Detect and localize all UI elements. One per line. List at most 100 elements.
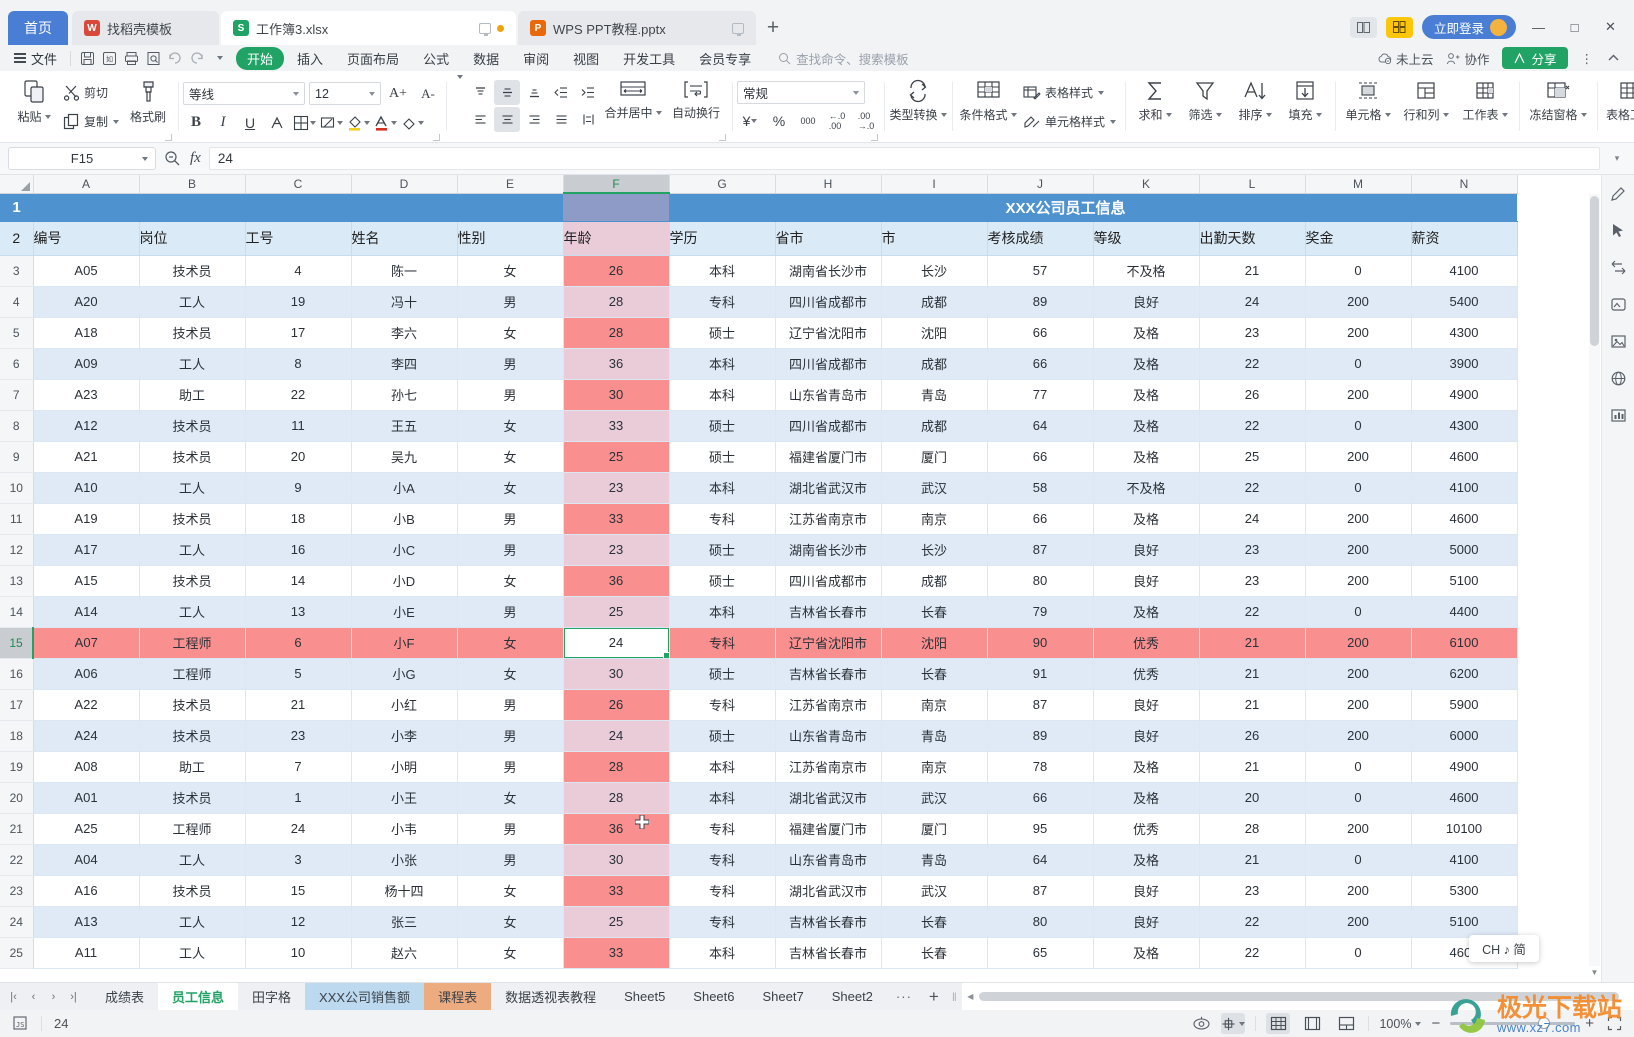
cell-K7[interactable]: 及格 [1093,379,1200,411]
align-top-button[interactable] [467,80,493,105]
cell-D19[interactable]: 小明 [351,751,458,783]
table-row[interactable]: 19 A08 助工 7 小明男 28 本科 江苏省南京市 南京 78 及格 21 0 4900 [0,751,1518,783]
cell-J16[interactable]: 91 [987,658,1094,690]
table-row[interactable]: 7 A23 助工 22 孙七男 30 本科 山东省青岛市 青岛 77 及格 26 200 4900 [0,379,1518,411]
cell-G10[interactable]: 本科 [669,472,776,504]
sheet-tab-课程表[interactable]: 课程表 [424,982,492,1011]
sheet-tab-Sheet7[interactable]: Sheet7 [749,983,818,1011]
cell-F6[interactable]: 36 [563,348,670,380]
cell-I21[interactable]: 厦门 [881,813,988,845]
clear-format-button[interactable] [399,110,425,135]
cell-F17[interactable]: 26 [563,689,670,721]
decrease-indent-button[interactable] [548,80,574,105]
cell-D14[interactable]: 小E [351,596,458,628]
cell-I3[interactable]: 长沙 [881,255,988,287]
cell-B17[interactable]: 技术员 [139,689,246,721]
cell-K3[interactable]: 不及格 [1093,255,1200,287]
ribbon-tab-数据[interactable]: 数据 [462,47,510,70]
cell-M17[interactable]: 200 [1305,689,1412,721]
row-header-14[interactable]: 14 [0,596,34,628]
page-break-icon[interactable] [1334,1013,1358,1034]
document-tab[interactable]: P WPS PPT教程.pptx [518,11,756,45]
cell-M22[interactable]: 0 [1305,844,1412,876]
number-format-select[interactable]: 常规 [737,81,866,104]
cell-J3[interactable]: 57 [987,255,1094,287]
file-menu-button[interactable]: 文件 [6,47,65,69]
sheet-tab-Sheet2[interactable]: Sheet2 [818,983,887,1011]
decrease-font-size-button[interactable]: A- [415,81,441,106]
cell-I16[interactable]: 长春 [881,658,988,690]
cell-B9[interactable]: 技术员 [139,441,246,473]
horizontal-scroll-thumb[interactable] [978,992,1619,1001]
more-menu-icon[interactable]: ⋮ [1581,51,1595,66]
cell-G16[interactable]: 硕士 [669,658,776,690]
column-label-N[interactable]: 薪资 [1411,221,1518,256]
row-header-5[interactable]: 5 [0,317,34,349]
cell-M10[interactable]: 0 [1305,472,1412,504]
document-tab[interactable]: S 工作簿3.xlsx [221,11,516,45]
cell-B10[interactable]: 工人 [139,472,246,504]
cell-I17[interactable]: 南京 [881,689,988,721]
cell-C3[interactable]: 4 [245,255,352,287]
cell-L7[interactable]: 26 [1199,379,1306,411]
cell-J17[interactable]: 87 [987,689,1094,721]
cell-I15[interactable]: 沈阳 [881,627,988,659]
cell-M23[interactable]: 200 [1305,875,1412,907]
cell-effects-button[interactable] [318,110,344,135]
row-header-21[interactable]: 21 [0,813,34,845]
format-painter-button[interactable]: 格式刷 [123,75,173,137]
cell-D24[interactable]: 张三 [351,906,458,938]
table-row[interactable]: 4 A20 工人 19 冯十男 28 专科 四川省成都市 成都 89 良好 24 200 5400 [0,286,1518,318]
cell-D4[interactable]: 冯十 [351,286,458,318]
share-button[interactable]: 分享 [1502,47,1568,69]
column-label-D[interactable]: 姓名 [351,221,458,256]
column-header-K[interactable]: K [1093,175,1200,194]
cell-J7[interactable]: 77 [987,379,1094,411]
cell-K14[interactable]: 及格 [1093,596,1200,628]
column-header-B[interactable]: B [139,175,246,194]
merge-center-button[interactable]: 合并居中 [601,75,665,137]
select-all-corner[interactable] [0,175,34,194]
cell-C5[interactable]: 17 [245,317,352,349]
cell-D5[interactable]: 李六 [351,317,458,349]
shape-tool-icon[interactable] [1606,292,1630,316]
cell-E14[interactable]: 男 [457,596,564,628]
cell-M21[interactable]: 200 [1305,813,1412,845]
cell-F15[interactable]: 24 [563,627,670,659]
next-sheet-icon[interactable]: › [44,987,63,1007]
present-mode-icon[interactable] [479,22,491,36]
borders-button[interactable] [291,110,317,135]
cell-L6[interactable]: 22 [1199,348,1306,380]
cell-C24[interactable]: 12 [245,906,352,938]
column-label-M[interactable]: 奖金 [1305,221,1412,256]
cell-J25[interactable]: 65 [987,937,1094,969]
cell-C21[interactable]: 24 [245,813,352,845]
cell-J15[interactable]: 90 [987,627,1094,659]
cell-A9[interactable]: A21 [33,441,140,473]
cell-A8[interactable]: A12 [33,410,140,442]
column-header-J[interactable]: J [987,175,1094,194]
cell-N14[interactable]: 4400 [1411,596,1518,628]
column-label-H[interactable]: 省市 [775,221,882,256]
cell-C4[interactable]: 19 [245,286,352,318]
cell-B19[interactable]: 助工 [139,751,246,783]
cell-K25[interactable]: 及格 [1093,937,1200,969]
column-label-L[interactable]: 出勤天数 [1199,221,1306,256]
cell-I20[interactable]: 武汉 [881,782,988,814]
cell-A7[interactable]: A23 [33,379,140,411]
table-row[interactable]: 8 A12 技术员 11 王五女 33 硕士 四川省成都市 成都 64 及格 22 0 4300 [0,410,1518,442]
sheet-grid[interactable]: A B C D E F G H I J K L M N 1 XXX公司员工信息 2 编号 岗位 工号 姓名 性别 年龄 学历省… [0,175,1601,982]
last-sheet-icon[interactable]: ›| [64,987,83,1007]
bold-button[interactable]: B [183,110,209,135]
cell-K12[interactable]: 良好 [1093,534,1200,566]
cell-I9[interactable]: 厦门 [881,441,988,473]
document-tab[interactable]: W 找稻壳模板 [72,11,219,45]
column-header-C[interactable]: C [245,175,352,194]
table-row[interactable]: 21 A25 工程师 24 小韦男 36 专科 福建省厦门市 厦门 95 优秀 28 200 10100 [0,813,1518,845]
scroll-down-arrow[interactable]: ▼ [1589,965,1600,980]
justify-button[interactable] [548,107,574,132]
cell-J21[interactable]: 95 [987,813,1094,845]
cell-J23[interactable]: 87 [987,875,1094,907]
cell-K24[interactable]: 良好 [1093,906,1200,938]
cell-B6[interactable]: 工人 [139,348,246,380]
